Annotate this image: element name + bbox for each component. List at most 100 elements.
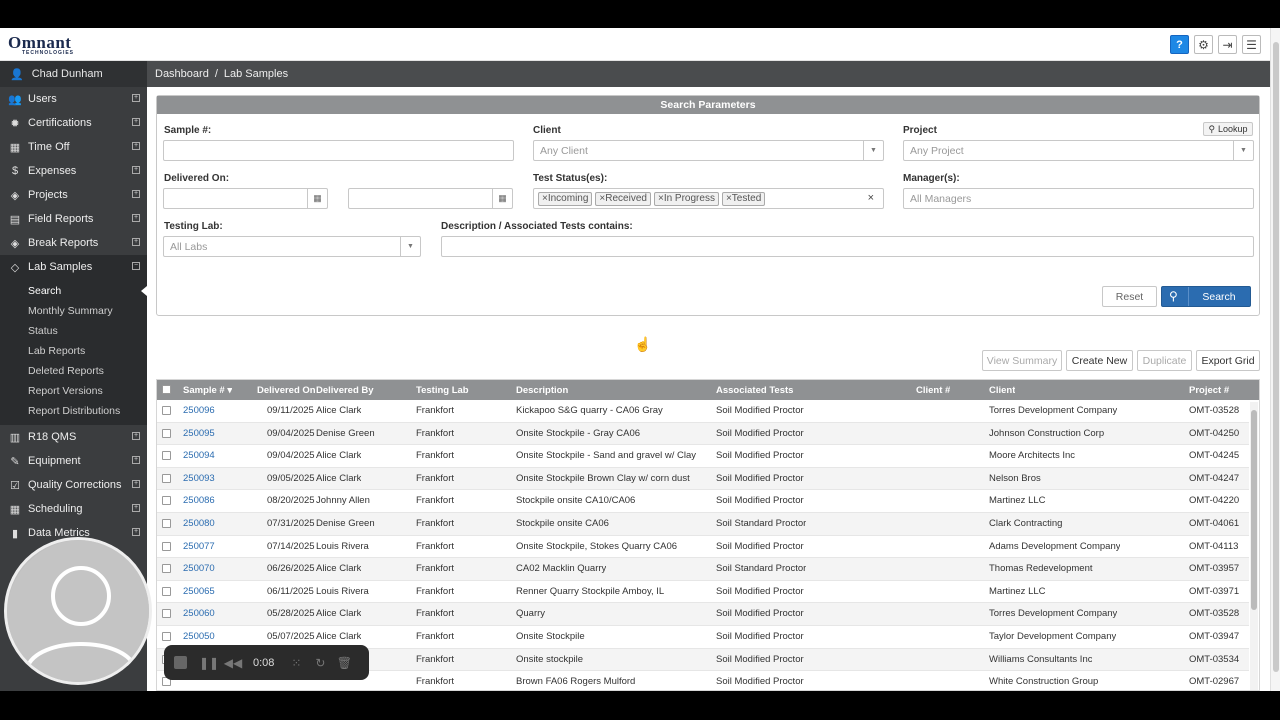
sidebar-user[interactable]: 👤 Chad Dunham [0, 61, 147, 87]
cell-sample[interactable]: 250050 [183, 631, 215, 642]
subnav-item-status[interactable]: Status [0, 321, 147, 341]
subnav-item-deleted-reports[interactable]: Deleted Reports [0, 361, 147, 381]
subnav-item-search[interactable]: Search [0, 281, 147, 301]
menu-icon[interactable]: ☰ [1242, 35, 1261, 54]
subnav-item-lab-reports[interactable]: Lab Reports [0, 341, 147, 361]
create-new-button[interactable]: Create New [1066, 350, 1133, 371]
cell-sample[interactable]: 250086 [183, 495, 215, 506]
col-associated-tests[interactable]: Associated Tests [716, 385, 793, 396]
company-logo[interactable]: Omnant TECHNOLOGIES [8, 34, 78, 57]
table-row[interactable]: 250095 09/04/2025 Denise Green Frankfort Ons… [157, 422, 1249, 446]
col-testing-lab[interactable]: Testing Lab [416, 385, 469, 396]
expand-icon[interactable]: + [132, 166, 140, 174]
table-row[interactable]: 250093 09/05/2025 Alice Clark Frankfort Onsi… [157, 467, 1249, 491]
pause-icon[interactable]: ❚❚ [199, 656, 219, 670]
export-grid-button[interactable]: Export Grid [1196, 350, 1260, 371]
col-client[interactable]: Client [989, 385, 1015, 396]
table-row[interactable]: 250065 06/11/2025 Louis Rivera Frankfort Ren… [157, 581, 1249, 604]
chevron-down-icon[interactable]: ▼ [1233, 141, 1253, 160]
cell-sample[interactable]: 250065 [183, 586, 215, 597]
col-client-number[interactable]: Client # [916, 385, 950, 396]
status-tag[interactable]: ×Tested [721, 191, 766, 206]
duplicate-button[interactable]: Duplicate [1137, 350, 1192, 371]
table-row[interactable]: 250070 06/26/2025 Alice Clark Frankfort CA02… [157, 558, 1249, 581]
select-all-checkbox[interactable] [162, 385, 171, 394]
col-description[interactable]: Description [516, 385, 568, 396]
expand-icon[interactable]: + [132, 528, 140, 536]
chevron-down-icon[interactable]: ▼ [863, 141, 883, 160]
sidebar-item-lab-samples[interactable]: ◇ Lab Samples − [0, 255, 147, 279]
expand-icon[interactable]: + [132, 480, 140, 488]
cell-sample[interactable]: 250096 [183, 405, 215, 416]
row-checkbox[interactable] [162, 519, 171, 528]
logout-icon[interactable]: ⇥ [1218, 35, 1237, 54]
row-checkbox[interactable] [162, 541, 171, 551]
sidebar-item-break-reports[interactable]: ◈ Break Reports + [0, 231, 147, 255]
stop-recording-icon[interactable] [174, 656, 187, 669]
table-row[interactable]: 250080 07/31/2025 Denise Green Frankfort Sto… [157, 513, 1249, 536]
calendar-icon[interactable]: ▦ [492, 189, 512, 208]
row-checkbox[interactable] [162, 451, 171, 461]
row-checkbox[interactable] [162, 496, 171, 506]
managers-input[interactable]: All Managers [903, 188, 1254, 209]
subnav-item-report-versions[interactable]: Report Versions [0, 381, 147, 401]
trash-icon[interactable]: 🗑 [334, 656, 354, 670]
gear-icon[interactable]: ⚙ [1194, 35, 1213, 54]
rewind-icon[interactable]: ◀◀ [223, 656, 243, 670]
expand-icon[interactable]: + [132, 504, 140, 512]
sidebar-item-time-off[interactable]: ▦ Time Off + [0, 135, 147, 159]
reset-button[interactable]: Reset [1102, 286, 1157, 307]
sample-number-input[interactable] [163, 140, 514, 161]
cell-sample[interactable]: 250060 [183, 608, 215, 619]
testing-lab-select[interactable]: All Labs ▼ [163, 236, 421, 257]
col-delivered-by[interactable]: Delivered By [316, 385, 374, 396]
subnav-item-report-distributions[interactable]: Report Distributions [0, 401, 147, 421]
sidebar-item-scheduling[interactable]: ▦ Scheduling + [0, 497, 147, 521]
cell-sample[interactable]: 250077 [183, 541, 215, 552]
expand-icon[interactable]: + [132, 214, 140, 222]
cell-sample[interactable]: 250070 [183, 563, 215, 574]
status-tag[interactable]: ×Incoming [538, 191, 593, 206]
page-scrollbar[interactable] [1270, 28, 1280, 691]
status-tag[interactable]: ×In Progress [653, 191, 719, 206]
sidebar-item-quality-corrections[interactable]: ☑ Quality Corrections + [0, 473, 147, 497]
sidebar-item-projects[interactable]: ◈ Projects + [0, 183, 147, 207]
delivered-to-input[interactable]: ▦ [348, 188, 513, 209]
calendar-icon[interactable]: ▦ [307, 189, 327, 208]
status-tag[interactable]: ×Received [595, 191, 651, 206]
expand-icon[interactable]: + [132, 456, 140, 464]
expand-icon[interactable]: + [132, 190, 140, 198]
table-row[interactable]: 250086 08/20/2025 Johnny Allen Frankfort Sto… [157, 490, 1249, 513]
subnav-item-monthly-summary[interactable]: Monthly Summary [0, 301, 147, 321]
row-checkbox[interactable] [162, 428, 171, 438]
row-checkbox[interactable] [162, 473, 171, 483]
sidebar-item-field-reports[interactable]: ▤ Field Reports + [0, 207, 147, 231]
col-delivered-on[interactable]: Delivered On [257, 385, 316, 396]
expand-icon[interactable]: + [132, 142, 140, 150]
sidebar-item-users[interactable]: 👥 Users + [0, 87, 147, 111]
restart-icon[interactable]: ↻ [310, 656, 330, 670]
col-sample[interactable]: Sample # ▾ [183, 385, 232, 396]
delivered-from-input[interactable]: ▦ [163, 188, 328, 209]
grid-scroll-thumb[interactable] [1251, 410, 1257, 610]
table-row[interactable]: 250077 07/14/2025 Louis Rivera Frankfort Ons… [157, 536, 1249, 559]
description-input[interactable] [441, 236, 1254, 257]
expand-icon[interactable]: + [132, 118, 140, 126]
breadcrumb-dashboard[interactable]: Dashboard [155, 68, 209, 80]
page-scroll-thumb[interactable] [1273, 42, 1279, 672]
lookup-button[interactable]: ⚲ Lookup [1203, 122, 1253, 136]
cell-sample[interactable]: 250080 [183, 518, 215, 529]
cell-sample[interactable]: 250094 [183, 450, 215, 461]
sidebar-item-equipment[interactable]: ✎ Equipment + [0, 449, 147, 473]
help-icon[interactable]: ? [1170, 35, 1189, 54]
table-row[interactable]: 250094 09/04/2025 Alice Clark Frankfort Onsi… [157, 445, 1249, 468]
row-checkbox[interactable] [162, 406, 171, 415]
search-button[interactable]: ⚲ Search [1161, 286, 1251, 307]
col-project[interactable]: Project # [1189, 385, 1229, 396]
row-checkbox[interactable] [162, 632, 171, 641]
sidebar-item-r18-qms[interactable]: ▥ R18 QMS + [0, 425, 147, 449]
row-checkbox[interactable] [162, 609, 171, 619]
row-checkbox[interactable] [162, 586, 171, 596]
clear-icon[interactable]: × [868, 192, 874, 204]
grid-dots-icon[interactable]: ⁙ [286, 656, 306, 670]
